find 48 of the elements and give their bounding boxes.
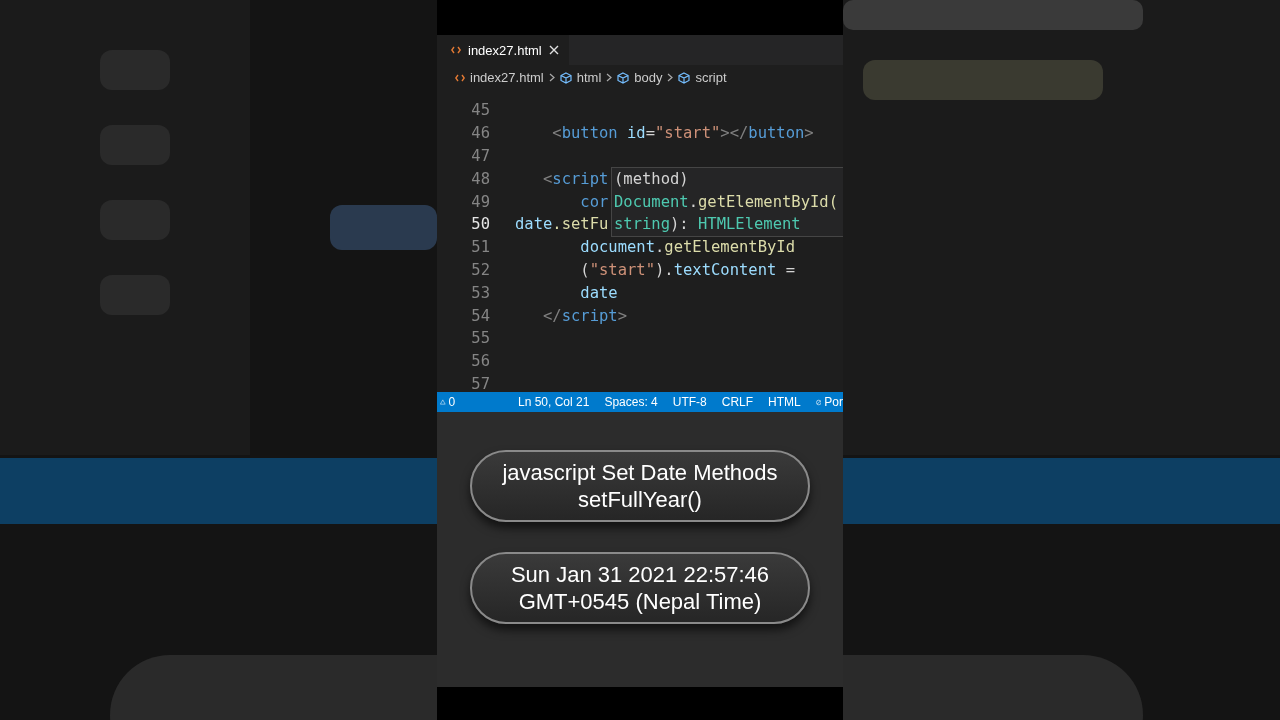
code-line: ("start").textContent =	[579, 260, 795, 279]
line-number: 49	[470, 192, 490, 211]
line-number: 47	[470, 147, 490, 165]
code-line: <script	[542, 169, 609, 188]
cube-icon	[617, 71, 630, 84]
line-number: 55	[470, 329, 490, 348]
line-number: 48	[470, 169, 490, 188]
tooltip-line: (method)	[614, 170, 689, 189]
problems-count[interactable]: 0	[448, 395, 456, 409]
status-item[interactable]: UTF-8	[672, 395, 707, 409]
line-number: 50	[470, 215, 490, 234]
cube-icon	[559, 71, 572, 84]
breadcrumb-item[interactable]: html	[576, 70, 602, 85]
cube-icon	[678, 71, 691, 84]
pill-button[interactable]: Sun Jan 31 2021 22:57:46 GMT+0545 (Nepal Time)	[470, 552, 810, 624]
status-item[interactable]: CRLF	[721, 395, 754, 409]
code-line: </script>	[542, 306, 627, 325]
warning-icon	[440, 397, 446, 407]
code-file-icon	[455, 73, 465, 82]
status-item[interactable]: HTML	[768, 395, 801, 409]
line-number: 51	[470, 238, 490, 257]
code-line: date.setFu	[515, 215, 609, 234]
close-icon[interactable]	[548, 45, 559, 55]
code-line: date	[579, 283, 618, 302]
status-item[interactable]: Por	[824, 395, 843, 409]
editor-tab[interactable]: index27.html	[437, 35, 569, 65]
line-number: 56	[470, 352, 490, 371]
pill-button[interactable]: javascript Set Date Methods setFullYear()	[470, 450, 810, 522]
breadcrumb-item[interactable]: script	[695, 70, 727, 85]
line-number: 46	[470, 124, 490, 143]
chevron-icon	[667, 73, 674, 82]
chevron-icon	[606, 73, 613, 82]
chevron-icon	[548, 73, 555, 82]
status-item[interactable]: Ln 50, Col 21	[518, 395, 590, 409]
tooltip-line: string): HTMLElement	[614, 215, 801, 234]
code-line: document.getElementById	[579, 238, 795, 257]
code-file-icon	[451, 46, 461, 54]
status-item[interactable]: Spaces: 4	[604, 395, 658, 409]
line-number: 57	[470, 374, 490, 392]
code-line: cor	[579, 192, 609, 211]
line-number: 52	[470, 260, 490, 279]
breadcrumb-item[interactable]: index27.html	[470, 70, 544, 85]
line-number: 54	[470, 306, 490, 325]
breadcrumb-item[interactable]: body	[634, 70, 663, 85]
tooltip-line: Document.getElementById(	[614, 192, 838, 211]
line-number: 53	[470, 283, 490, 302]
line-number: 45	[470, 101, 490, 120]
code-line: <button id="start"></button>	[551, 124, 814, 143]
